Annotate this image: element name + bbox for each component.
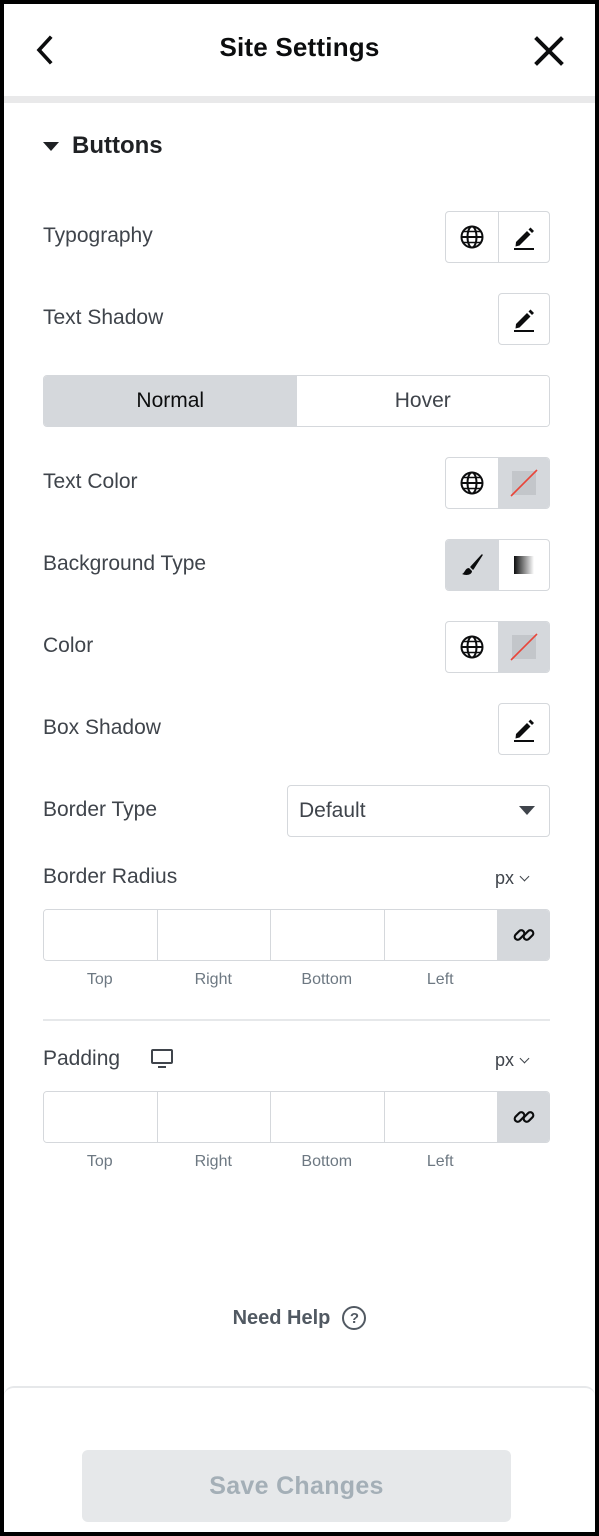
edit-box-shadow-button[interactable] [498, 703, 550, 755]
panel-header: Site Settings [4, 4, 595, 96]
chevron-down-icon [519, 1053, 530, 1064]
border-type-select[interactable]: Default [287, 785, 550, 837]
pencil-icon [513, 227, 534, 250]
close-icon[interactable] [532, 34, 566, 68]
global-typography-button[interactable] [446, 212, 498, 262]
dim-label-top: Top [86, 971, 113, 988]
border-type-label: Border Type [43, 798, 158, 821]
need-help-label: Need Help [232, 1306, 331, 1329]
background-type-label: Background Type [43, 552, 207, 575]
global-text-color-button[interactable] [446, 458, 498, 508]
edit-typography-button[interactable] [497, 212, 550, 262]
padding-inputs [43, 1091, 550, 1143]
header-divider [4, 96, 595, 103]
dim-label-top: Top [86, 1153, 113, 1170]
section-divider [43, 1019, 550, 1021]
chevron-down-icon [519, 871, 530, 882]
padding-label: Padding [43, 1047, 121, 1070]
padding-bottom-input[interactable] [271, 1092, 385, 1142]
text-color-label: Text Color [43, 470, 138, 493]
border-radius-top-input[interactable] [44, 910, 158, 960]
text-color-controls [445, 457, 550, 509]
caret-down-icon [519, 806, 535, 815]
dim-label-bottom: Bottom [301, 971, 353, 988]
box-shadow-label: Box Shadow [43, 716, 161, 739]
section-title: Buttons [72, 132, 163, 159]
link-values-button[interactable] [498, 910, 549, 960]
color-controls [445, 621, 550, 673]
dim-label-bottom: Bottom [301, 1153, 353, 1170]
paint-brush-icon [461, 554, 483, 575]
padding-top-input[interactable] [44, 1092, 158, 1142]
caret-down-icon [43, 141, 59, 151]
background-type-controls [445, 539, 550, 591]
typography-controls [445, 211, 550, 263]
padding-label-row: Padding [43, 1047, 174, 1071]
link-icon [513, 1111, 534, 1123]
save-changes-button[interactable]: Save Changes [82, 1450, 511, 1522]
tab-hover[interactable]: Hover [296, 376, 549, 426]
border-type-value: Default [299, 799, 366, 822]
globe-icon [460, 471, 484, 495]
gradient-icon [513, 556, 534, 574]
pencil-icon [514, 719, 534, 742]
dim-label-right: Right [194, 971, 232, 988]
link-values-button[interactable] [498, 1092, 549, 1142]
page-title: Site Settings [219, 32, 380, 62]
text-shadow-label: Text Shadow [43, 306, 164, 329]
need-help-link[interactable]: Need Help ? [4, 1306, 595, 1330]
section-toggle-buttons[interactable]: Buttons [43, 132, 163, 160]
text-color-swatch[interactable] [497, 458, 549, 508]
edit-text-shadow-button[interactable] [498, 293, 550, 345]
unit-label: px [495, 1050, 515, 1070]
padding-right-input[interactable] [157, 1092, 271, 1142]
globe-icon [460, 635, 484, 659]
padding-unit-select[interactable]: px [495, 1050, 530, 1071]
site-settings-panel: Site Settings Buttons Typography Text Sh… [4, 4, 595, 1532]
background-gradient-button[interactable] [497, 540, 550, 590]
no-color-icon [510, 469, 538, 497]
border-radius-dim-labels: Top Right Bottom Left [43, 971, 497, 989]
padding-left-input[interactable] [384, 1092, 498, 1142]
border-radius-left-input[interactable] [384, 910, 498, 960]
dim-label-left: Left [426, 971, 454, 988]
border-radius-unit-select[interactable]: px [495, 868, 530, 889]
pencil-icon [514, 309, 534, 332]
padding-dim-labels: Top Right Bottom Left [43, 1153, 497, 1171]
border-radius-inputs [43, 909, 550, 961]
dim-label-right: Right [194, 1153, 232, 1170]
typography-label: Typography [43, 224, 153, 247]
question-icon: ? [342, 1306, 367, 1330]
background-classic-button[interactable] [446, 540, 498, 590]
link-icon [513, 929, 534, 941]
color-swatch[interactable] [497, 622, 549, 672]
color-label: Color [43, 634, 94, 657]
border-radius-bottom-input[interactable] [271, 910, 385, 960]
globe-icon [460, 225, 484, 249]
desktop-icon[interactable] [150, 1048, 174, 1070]
no-color-icon [510, 633, 538, 661]
state-toggle: Normal Hover [43, 375, 550, 427]
tab-normal[interactable]: Normal [44, 376, 297, 426]
dim-label-left: Left [426, 1153, 454, 1170]
border-radius-right-input[interactable] [157, 910, 271, 960]
unit-label: px [495, 868, 515, 888]
global-color-button[interactable] [446, 622, 498, 672]
border-radius-label: Border Radius [43, 865, 178, 888]
